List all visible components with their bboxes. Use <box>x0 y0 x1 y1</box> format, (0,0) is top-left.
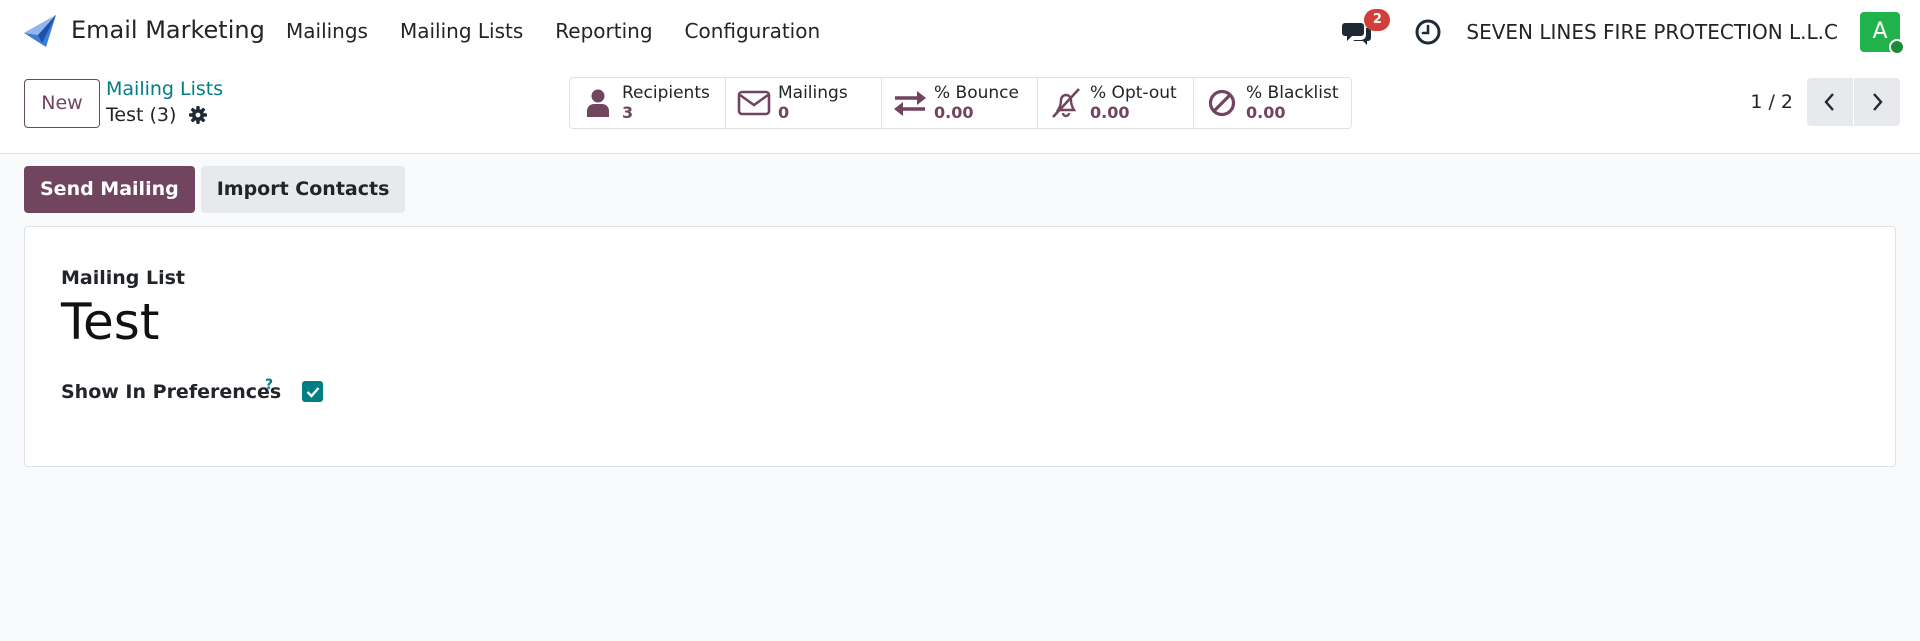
record-title: Test (3) <box>106 104 177 126</box>
stat-label: % Opt-out <box>1090 83 1177 103</box>
user-icon <box>587 89 609 117</box>
new-button[interactable]: New <box>24 79 100 128</box>
chevron-left-icon <box>1824 93 1834 111</box>
chat-badge: 2 <box>1364 9 1391 31</box>
main-menu: Mailings Mailing Lists Reporting Configu… <box>286 19 852 43</box>
stat-recipients-button[interactable]: Recipients 3 <box>570 78 726 128</box>
pager-previous-button[interactable] <box>1807 78 1853 126</box>
top-navbar: Email Marketing Mailings Mailing Lists R… <box>0 0 1920 63</box>
checkmark-icon <box>306 386 319 398</box>
menu-item-mailings[interactable]: Mailings <box>286 19 368 43</box>
company-name[interactable]: SEVEN LINES FIRE PROTECTION L.L.C <box>1466 20 1838 44</box>
stat-value: 3 <box>622 103 634 122</box>
pager-next-button[interactable] <box>1854 78 1900 126</box>
ban-icon <box>1208 89 1236 117</box>
show-in-preferences-checkbox[interactable] <box>302 381 323 402</box>
menu-item-configuration[interactable]: Configuration <box>685 19 821 43</box>
stat-label: % Blacklist <box>1246 83 1339 103</box>
clock-icon <box>1415 19 1441 45</box>
smart-buttons: Recipients 3 Mailings 0 % Bounce 0.00 % … <box>569 77 1352 129</box>
menu-item-mailing-lists[interactable]: Mailing Lists <box>400 19 523 43</box>
show-in-preferences-label: Show In Preferences <box>61 381 282 403</box>
stat-value: 0 <box>778 103 790 122</box>
stat-bounce-button[interactable]: % Bounce 0.00 <box>882 78 1038 128</box>
stat-mailings-button[interactable]: Mailings 0 <box>726 78 882 128</box>
stat-label: Mailings <box>778 83 848 103</box>
stat-label: Recipients <box>622 83 710 103</box>
avatar-letter: A <box>1872 19 1888 44</box>
user-avatar[interactable]: A <box>1860 12 1905 55</box>
pager: 1 / 2 <box>1750 78 1900 126</box>
form-sheet: Mailing List Test Show In Preferences ? <box>24 226 1896 467</box>
help-tooltip-icon[interactable]: ? <box>265 377 273 393</box>
stat-value: 0.00 <box>1246 103 1286 122</box>
activity-menu[interactable] <box>1414 18 1442 46</box>
breadcrumb-mailing-lists[interactable]: Mailing Lists <box>106 78 223 100</box>
messaging-menu[interactable]: 2 <box>1342 9 1391 47</box>
navbar-systray: 2 SEVEN LINES FIRE PROTECTION L.L.C A <box>1342 9 1905 55</box>
breadcrumb-current: Test (3) <box>106 104 208 126</box>
mailing-list-label: Mailing List <box>61 267 186 289</box>
stat-blacklist-button[interactable]: % Blacklist 0.00 <box>1194 78 1351 128</box>
exchange-icon <box>894 91 926 116</box>
form-action-buttons: Send Mailing Import Contacts <box>24 166 406 213</box>
pager-value[interactable]: 1 / 2 <box>1750 91 1793 113</box>
online-status-dot <box>1889 39 1905 55</box>
email-marketing-logo-icon[interactable] <box>22 13 58 49</box>
send-mailing-button[interactable]: Send Mailing <box>24 166 195 213</box>
gear-icon[interactable] <box>188 105 208 125</box>
mailing-list-name-field[interactable]: Test <box>61 293 159 351</box>
menu-item-reporting[interactable]: Reporting <box>555 19 652 43</box>
bell-slash-icon <box>1052 88 1080 118</box>
stat-value: 0.00 <box>1090 103 1130 122</box>
envelope-icon <box>737 90 771 116</box>
stat-value: 0.00 <box>934 103 974 122</box>
control-panel: New Mailing Lists Test (3) Recipients 3 … <box>0 63 1920 154</box>
chevron-right-icon <box>1873 93 1883 111</box>
stat-opt-out-button[interactable]: % Opt-out 0.00 <box>1038 78 1194 128</box>
import-contacts-button[interactable]: Import Contacts <box>200 166 406 213</box>
stat-label: % Bounce <box>934 83 1019 103</box>
app-name[interactable]: Email Marketing <box>71 16 265 44</box>
